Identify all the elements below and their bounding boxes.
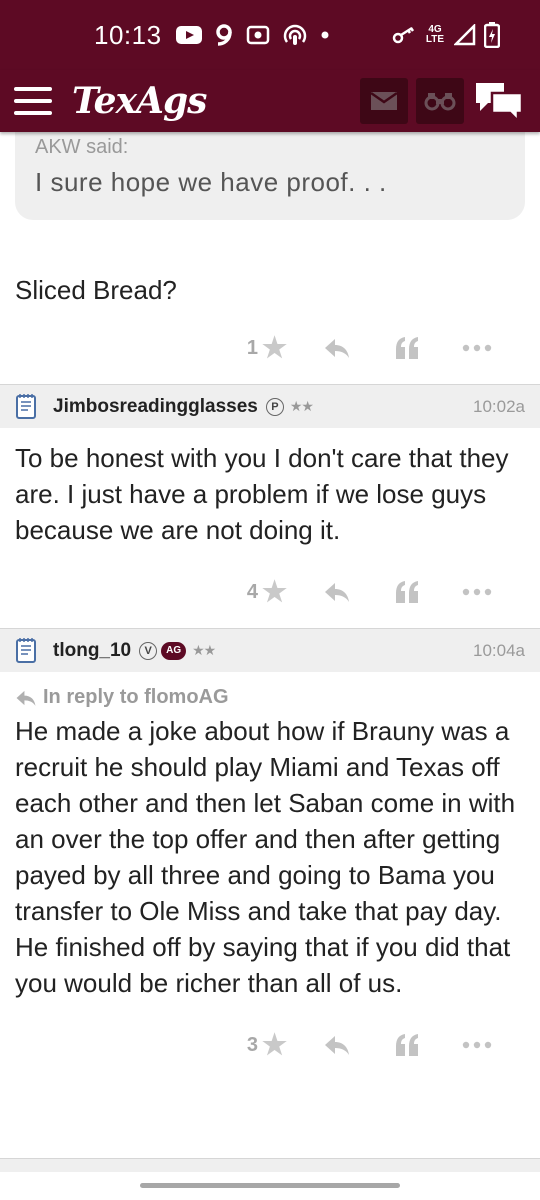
chat-icon	[476, 83, 524, 121]
quote-button[interactable]	[372, 581, 442, 603]
star-icon: ★	[262, 576, 288, 607]
status-notification-icons	[175, 24, 330, 46]
username[interactable]: tlong_10	[53, 640, 131, 662]
reply-icon	[325, 1036, 349, 1055]
nine-icon	[215, 24, 232, 46]
star-icon: ★	[262, 332, 288, 363]
post-body: Sliced Bread?	[15, 275, 177, 305]
signal-icon	[454, 24, 476, 46]
rank-stars: ★★	[289, 398, 314, 414]
status-bar: 10:13 4G LTE	[0, 0, 540, 70]
site-logo[interactable]: TexAgs	[72, 80, 207, 122]
status-time: 10:13	[94, 19, 162, 50]
post-actions: 4 ★	[0, 570, 540, 614]
battery-icon	[484, 22, 500, 48]
star-icon: ★	[262, 1029, 288, 1060]
quote-author: AKW said:	[35, 136, 129, 158]
more-options-icon	[462, 344, 492, 352]
like-count-group: 4 ★	[247, 578, 287, 606]
reply-icon	[325, 339, 349, 358]
post-icon	[16, 637, 36, 663]
like-count-group: 3 ★	[247, 1031, 287, 1059]
like-count: 3	[246, 1033, 258, 1056]
thread-content: AKW said: I sure hope we have proof. . .…	[0, 132, 540, 1067]
like-button[interactable]: 3 ★	[232, 1031, 302, 1059]
reply-to-link[interactable]: In reply to flomoAG	[0, 672, 540, 709]
reply-icon	[325, 583, 349, 602]
reply-button[interactable]	[302, 337, 372, 359]
youtube-icon	[175, 26, 202, 44]
username[interactable]: Jimbosreadingglasses	[53, 396, 258, 418]
chat-button[interactable]	[472, 78, 526, 124]
quote-block: AKW said: I sure hope we have proof. . .	[15, 132, 525, 220]
rank-stars: ★★	[192, 642, 216, 658]
quote-icon	[396, 581, 418, 603]
post-body: To be honest with you I don't care that …	[15, 443, 509, 545]
mail-button[interactable]	[360, 78, 408, 124]
reply-to-label: In reply to flomoAG	[43, 686, 229, 708]
more-button[interactable]	[442, 1041, 512, 1049]
verified-badge: V	[139, 641, 158, 660]
menu-icon[interactable]	[14, 87, 52, 115]
app-header: TexAgs	[0, 70, 540, 132]
binoculars-button[interactable]	[416, 78, 464, 124]
binoculars-icon	[424, 93, 456, 111]
reply-button[interactable]	[302, 1034, 372, 1056]
quote-text: I sure hope we have proof. . .	[35, 167, 387, 197]
reply-button[interactable]	[302, 581, 372, 603]
ag-badge: AG	[161, 641, 187, 660]
radio-icon	[246, 25, 269, 45]
key-icon	[392, 26, 415, 44]
quote-button[interactable]	[372, 337, 442, 359]
like-count-group: 1 ★	[247, 334, 287, 362]
post-actions: 3 ★	[0, 1023, 540, 1067]
more-options-icon	[462, 1041, 492, 1049]
premium-badge: P	[265, 397, 284, 416]
like-count: 1	[246, 336, 258, 359]
post-body: He made a joke about how if Brauny was a…	[15, 716, 516, 998]
header-actions	[360, 78, 526, 124]
post-icon	[16, 393, 36, 419]
podcast-icon	[283, 24, 306, 45]
quote-icon	[396, 1034, 418, 1056]
post-header: tlong_10 V AG ★★ 10:04a	[0, 628, 540, 672]
like-count: 4	[246, 580, 258, 603]
gesture-nav-bar[interactable]	[140, 1183, 400, 1188]
mail-icon	[370, 91, 398, 110]
quote-icon	[396, 337, 418, 359]
post-actions: 1 ★	[0, 326, 540, 370]
status-system-icons: 4G LTE	[392, 22, 500, 48]
post-header: Jimbosreadingglasses P ★★ 10:02a	[0, 384, 540, 428]
post-time: 10:02a	[473, 396, 525, 416]
quote-button[interactable]	[372, 1034, 442, 1056]
network-type: 4G LTE	[424, 25, 446, 45]
more-options-icon	[462, 588, 492, 596]
post-time: 10:04a	[473, 640, 525, 660]
reply-icon	[16, 690, 36, 706]
like-button[interactable]: 1 ★	[232, 334, 302, 362]
more-button[interactable]	[442, 588, 512, 596]
dot-icon	[321, 31, 329, 39]
network-label: 4G LTE	[425, 24, 445, 45]
more-button[interactable]	[442, 344, 512, 352]
like-button[interactable]: 4 ★	[232, 578, 302, 606]
